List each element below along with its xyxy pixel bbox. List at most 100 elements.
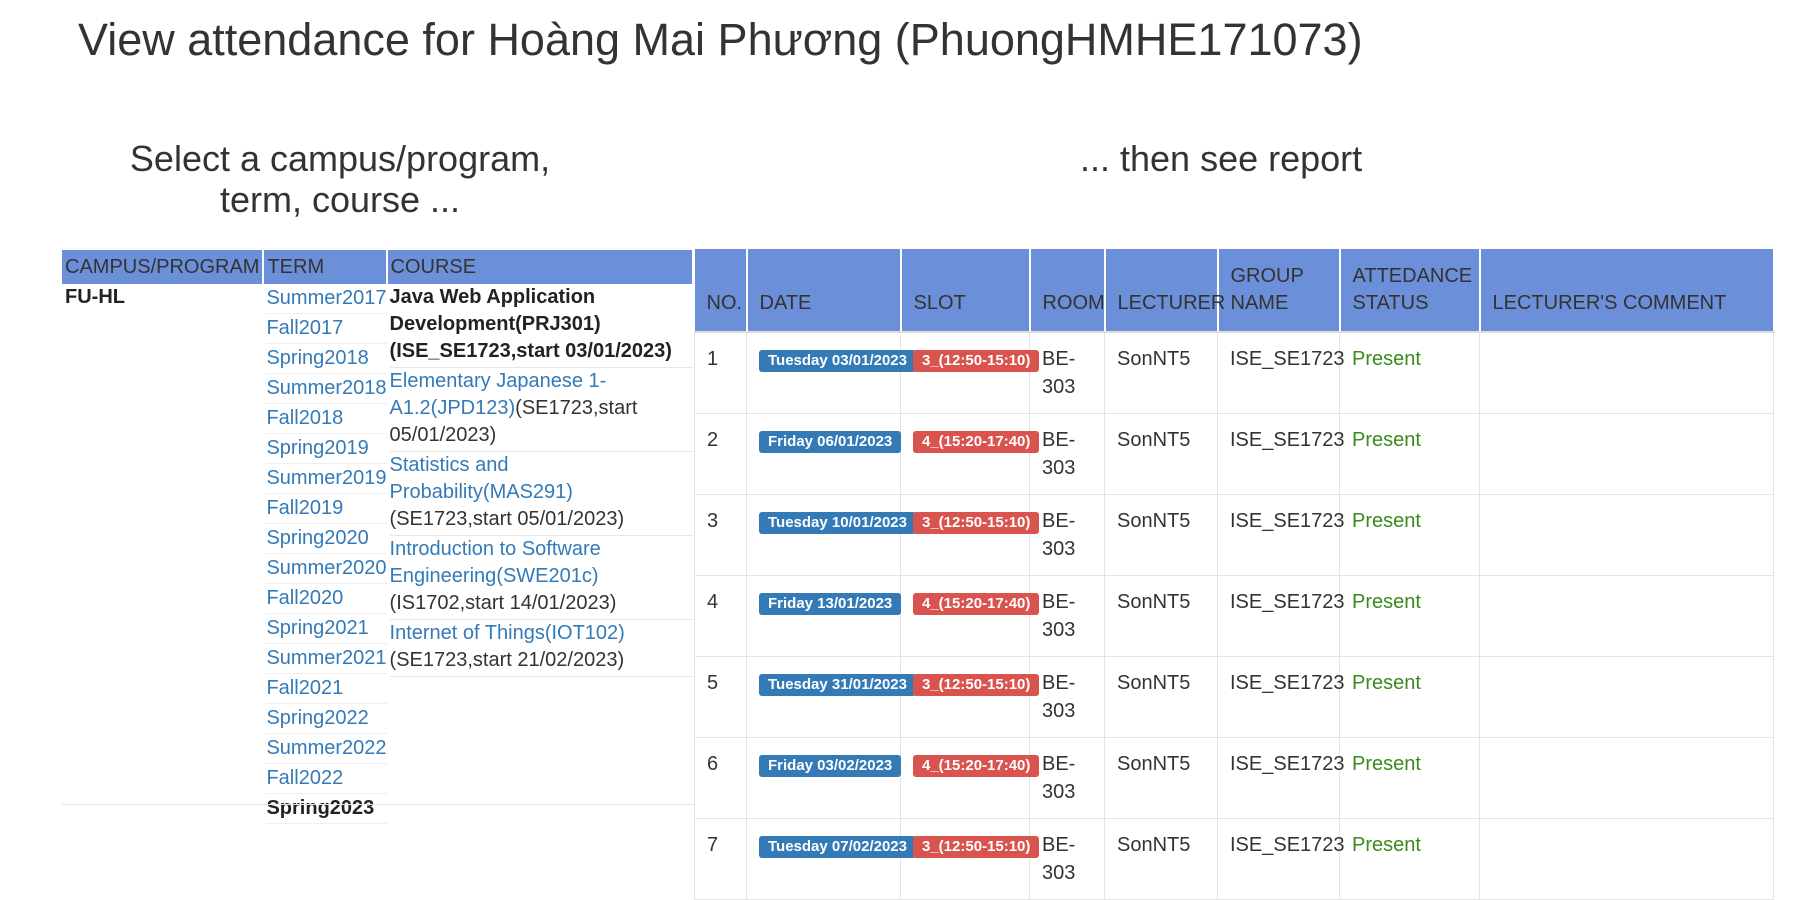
selector-header-row: CAMPUS/PROGRAM TERM COURSE (62, 250, 695, 284)
term-header: TERM (263, 250, 388, 284)
room-text: BE-303 (1042, 510, 1076, 560)
group-name-header: GROUP NAME (1217, 249, 1341, 333)
row-number: 5 (707, 672, 719, 694)
term-link[interactable]: Fall2017 (266, 317, 343, 339)
term-item: Summer2021 (266, 644, 387, 674)
slot-label: 4_(15:20-17:40) (913, 593, 1040, 615)
room-text: BE-303 (1042, 348, 1076, 398)
report-heading: ... then see report (1080, 138, 1363, 179)
term-link[interactable]: Summer2022 (266, 737, 386, 759)
date-label: Tuesday 10/01/2023 (759, 512, 916, 534)
course-link[interactable]: Internet of Things(IOT102) (390, 622, 625, 644)
lecturer-comment-cell (1479, 737, 1774, 819)
term-link[interactable]: Spring2022 (266, 707, 368, 729)
table-row: 1 Tuesday 03/01/2023 3_(12:50-15:10) BE-303… (694, 332, 1774, 414)
slot-label-cell: 4_(15:20-17:40) (900, 413, 1040, 495)
course-item: Introduction to Software Engineering(SWE… (389, 536, 693, 620)
date-label: Tuesday 31/01/2023 (759, 674, 916, 696)
room-text: BE-303 (1042, 672, 1076, 722)
term-link[interactable]: Fall2019 (266, 497, 343, 519)
course-header: COURSE (386, 250, 695, 284)
room-text-cell: BE-303 (1029, 494, 1105, 576)
room-text-cell: BE-303 (1029, 818, 1105, 900)
course-group-info: (IS1702,start 14/01/2023) (389, 592, 617, 614)
course-list: Java Web Application Development(PRJ301)… (389, 284, 693, 677)
term-link[interactable]: Fall2022 (266, 767, 343, 789)
course-link[interactable]: Introduction to Software Engineering(SWE… (390, 538, 601, 587)
slot-label-cell: 4_(15:20-17:40) (900, 575, 1040, 657)
date-label: Tuesday 03/01/2023 (759, 350, 916, 372)
date-header: DATE (746, 249, 902, 333)
course-link[interactable]: Statistics and Probability(MAS291) (390, 454, 573, 503)
date-label: Friday 03/02/2023 (759, 755, 902, 777)
room-header: ROOM (1029, 249, 1106, 333)
row-number-cell: 6 (694, 737, 747, 819)
group-name-text: ISE_SE1723 (1230, 753, 1345, 775)
lecturer-text-cell: SonNT5 (1104, 413, 1218, 495)
lecturer-text-cell: SonNT5 (1104, 737, 1218, 819)
term-item-current: Spring2023 (266, 794, 387, 824)
attendance-status-cell: Present (1339, 737, 1480, 819)
lecturer-comment-cell (1479, 332, 1774, 414)
lecturer-text-cell: SonNT5 (1104, 818, 1218, 900)
lecturer-header: LECTURER (1104, 249, 1225, 333)
course-item: Elementary Japanese 1-A1.2(JPD123)(SE172… (389, 368, 693, 452)
term-item: Spring2022 (266, 704, 387, 734)
lecturer-text: SonNT5 (1117, 672, 1191, 694)
selector-table: CAMPUS/PROGRAM TERM COURSE FU-HL Summer2… (62, 250, 695, 824)
date-label-cell: Tuesday 07/02/2023 (746, 818, 916, 900)
term-link[interactable]: Fall2021 (266, 677, 343, 699)
term-link[interactable]: Summer2017 (266, 287, 386, 309)
selector-body-row: FU-HL Summer2017 Fall2017 Spring2018 Summer… (62, 284, 693, 824)
room-text: BE-303 (1042, 753, 1076, 803)
term-link[interactable]: Fall2020 (266, 587, 343, 609)
attendance-status-cell: Present (1339, 575, 1480, 657)
report-body: 1 Tuesday 03/01/2023 3_(12:50-15:10) BE-303… (694, 332, 1774, 900)
term-link[interactable]: Fall2018 (266, 407, 343, 429)
term-link[interactable]: Summer2018 (266, 377, 386, 399)
lecturer-comment-cell (1479, 575, 1774, 657)
term-link[interactable]: Spring2020 (266, 527, 368, 549)
attendance-status-cell: Present (1339, 413, 1480, 495)
lecturer-text: SonNT5 (1117, 429, 1191, 451)
table-row: 7 Tuesday 07/02/2023 3_(12:50-15:10) BE-303… (694, 818, 1774, 900)
course-item: Java Web Application Development(PRJ301)… (389, 284, 693, 368)
row-number-cell: 5 (694, 656, 747, 738)
term-link[interactable]: Spring2019 (266, 437, 368, 459)
table-row: 3 Tuesday 10/01/2023 3_(12:50-15:10) BE-303… (694, 494, 1774, 576)
course-current: Java Web Application Development(PRJ301)… (389, 286, 672, 362)
room-text-cell: BE-303 (1029, 656, 1105, 738)
lecturer-comment-cell (1479, 818, 1774, 900)
campus-current: FU-HL (65, 286, 125, 308)
term-item: Fall2019 (266, 494, 387, 524)
attendance-report-table: NO. DATE SLOT ROOM LECTURER GROUP NAME ATTEDAN… (694, 249, 1775, 900)
date-label: Friday 13/01/2023 (759, 593, 902, 615)
lecturer-text: SonNT5 (1117, 753, 1191, 775)
group-name-text-cell: ISE_SE1723 (1217, 818, 1345, 900)
term-link[interactable]: Summer2019 (266, 467, 386, 489)
group-name-text: ISE_SE1723 (1230, 834, 1345, 856)
term-link[interactable]: Spring2018 (266, 347, 368, 369)
row-number: 2 (707, 429, 719, 451)
row-number-cell: 3 (694, 494, 747, 576)
term-item: Spring2021 (266, 614, 387, 644)
slot-label: 3_(12:50-15:10) (913, 674, 1040, 696)
course-cell: Java Web Application Development(PRJ301)… (387, 284, 693, 824)
room-text-cell: BE-303 (1029, 575, 1105, 657)
group-name-text-cell: ISE_SE1723 (1217, 413, 1345, 495)
term-link[interactable]: Summer2020 (266, 557, 386, 579)
row-number: 7 (707, 834, 719, 856)
date-label: Tuesday 07/02/2023 (759, 836, 916, 858)
room-text-cell: BE-303 (1029, 332, 1105, 414)
row-number: 3 (707, 510, 719, 532)
row-number: 6 (707, 753, 719, 775)
room-text: BE-303 (1042, 429, 1076, 479)
group-name-text-cell: ISE_SE1723 (1217, 656, 1345, 738)
attendance-status-cell: Present (1339, 494, 1480, 576)
term-link[interactable]: Summer2021 (266, 647, 386, 669)
term-link[interactable]: Spring2021 (266, 617, 368, 639)
table-row: 6 Friday 03/02/2023 4_(15:20-17:40) BE-303 S… (694, 737, 1774, 819)
no-header: NO. (694, 249, 748, 333)
slot-label-cell: 4_(15:20-17:40) (900, 737, 1040, 819)
page-title: View attendance for Hoàng Mai Phương (Ph… (78, 14, 1363, 65)
